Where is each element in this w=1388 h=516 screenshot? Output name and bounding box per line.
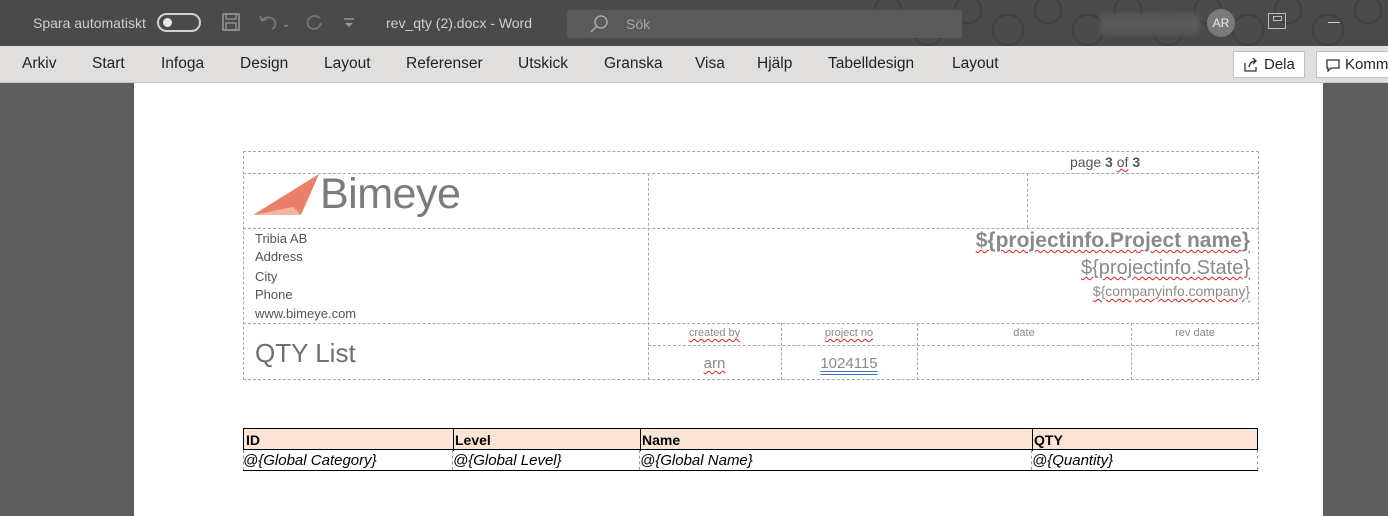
- page-of: of: [1116, 154, 1129, 170]
- cell-quantity: @{Quantity}: [1032, 452, 1114, 469]
- row-separator: [452, 450, 453, 470]
- document-heading: QTY List: [255, 338, 356, 368]
- column-separator: [453, 429, 454, 451]
- header-divider: [1027, 173, 1028, 228]
- title-bar: Spara automatiskt ⌄ rev_qty (2).docx - W…: [0, 0, 1388, 46]
- tab-infoga[interactable]: Infoga: [161, 55, 204, 73]
- account-name-blurred: [1100, 14, 1200, 34]
- bimeye-logo-icon: [253, 174, 319, 215]
- comments-label: Kommentarer: [1345, 56, 1388, 73]
- cell-global-level: @{Global Level}: [453, 452, 562, 469]
- toggle-knob: [163, 18, 172, 27]
- row-separator: [1257, 450, 1258, 470]
- table-header-row: ID Level Name QTY: [243, 428, 1258, 451]
- search-icon: [589, 14, 609, 39]
- column-separator: [640, 429, 641, 451]
- tab-tabelldesign[interactable]: Tabelldesign: [828, 55, 914, 73]
- address-line: Tribia AB: [255, 231, 308, 246]
- page-prefix: page: [1070, 154, 1106, 170]
- header-divider: [648, 345, 1259, 346]
- tab-hjalp[interactable]: Hjälp: [757, 55, 792, 73]
- project-no-label: project no: [824, 327, 874, 339]
- page-current: 3: [1105, 154, 1113, 170]
- customize-toolbar-icon[interactable]: [343, 14, 355, 36]
- address-line: www.bimeye.com: [255, 306, 357, 321]
- brand-name: Bimeye: [320, 170, 461, 218]
- tab-arkiv[interactable]: Arkiv: [22, 55, 56, 73]
- save-icon[interactable]: [221, 12, 241, 37]
- tab-referenser[interactable]: Referenser: [406, 55, 483, 73]
- row-separator: [639, 450, 640, 470]
- undo-icon[interactable]: [257, 12, 279, 37]
- ribbon-display-options-icon[interactable]: [1268, 13, 1286, 29]
- header-divider: [243, 323, 1259, 324]
- header-divider: [648, 173, 649, 380]
- tab-table-layout[interactable]: Layout: [952, 55, 999, 73]
- tab-design[interactable]: Design: [240, 55, 288, 73]
- company-field: ${companyinfo.company}: [1092, 283, 1250, 299]
- cell-global-category: @{Global Category}: [243, 452, 377, 469]
- undo-dropdown-icon[interactable]: ⌄: [282, 14, 290, 36]
- share-button[interactable]: Dela: [1233, 51, 1305, 78]
- created-by-label: created by: [688, 327, 741, 339]
- column-separator: [1032, 429, 1033, 451]
- document-title: rev_qty (2).docx - Word: [386, 15, 533, 31]
- project-no-value: 1024115: [820, 355, 878, 372]
- avatar[interactable]: AR: [1207, 9, 1235, 37]
- rev-date-label: rev date: [1175, 327, 1215, 339]
- share-icon: [1244, 57, 1257, 72]
- share-label: Dela: [1264, 56, 1295, 73]
- address-line: City: [255, 269, 278, 284]
- table-row: @{Global Category} @{Global Level} @{Glo…: [243, 450, 1258, 471]
- page-total: 3: [1132, 154, 1141, 170]
- address-line: Address: [255, 249, 303, 264]
- comments-button[interactable]: Kommentarer: [1316, 51, 1388, 78]
- comment-icon: [1326, 59, 1340, 72]
- project-name-field: ${projectinfo.Project name}: [975, 229, 1250, 252]
- tab-visa[interactable]: Visa: [695, 55, 725, 73]
- page-number: page 3 of 3: [1070, 154, 1140, 170]
- col-header-qty: QTY: [1034, 432, 1063, 448]
- date-label: date: [1013, 327, 1035, 339]
- row-separator: [1031, 450, 1032, 470]
- tab-layout[interactable]: Layout: [324, 55, 371, 73]
- autosave-toggle[interactable]: [157, 13, 201, 32]
- redo-icon[interactable]: [303, 12, 325, 37]
- tab-start[interactable]: Start: [92, 55, 125, 73]
- autosave-label: Spara automatiskt: [33, 15, 146, 31]
- search-box[interactable]: Sök: [567, 10, 962, 38]
- minimize-icon[interactable]: [1328, 22, 1340, 23]
- search-placeholder: Sök: [626, 16, 651, 32]
- col-header-level: Level: [455, 432, 491, 448]
- tab-granska[interactable]: Granska: [604, 55, 663, 73]
- col-header-name: Name: [642, 432, 681, 448]
- document-page[interactable]: page 3 of 3 Bimeye Tribia AB Address Cit…: [134, 83, 1323, 516]
- cell-global-name: @{Global Name}: [640, 452, 753, 469]
- tab-utskick[interactable]: Utskick: [518, 55, 568, 73]
- project-state-field: ${projectinfo.State}: [1080, 257, 1250, 279]
- created-by-value: arn: [703, 355, 726, 372]
- address-line: Phone: [255, 287, 293, 302]
- ribbon-tabs: Arkiv Start Infoga Design Layout Referen…: [0, 46, 1388, 83]
- col-header-id: ID: [246, 432, 260, 448]
- row-separator: [243, 450, 244, 470]
